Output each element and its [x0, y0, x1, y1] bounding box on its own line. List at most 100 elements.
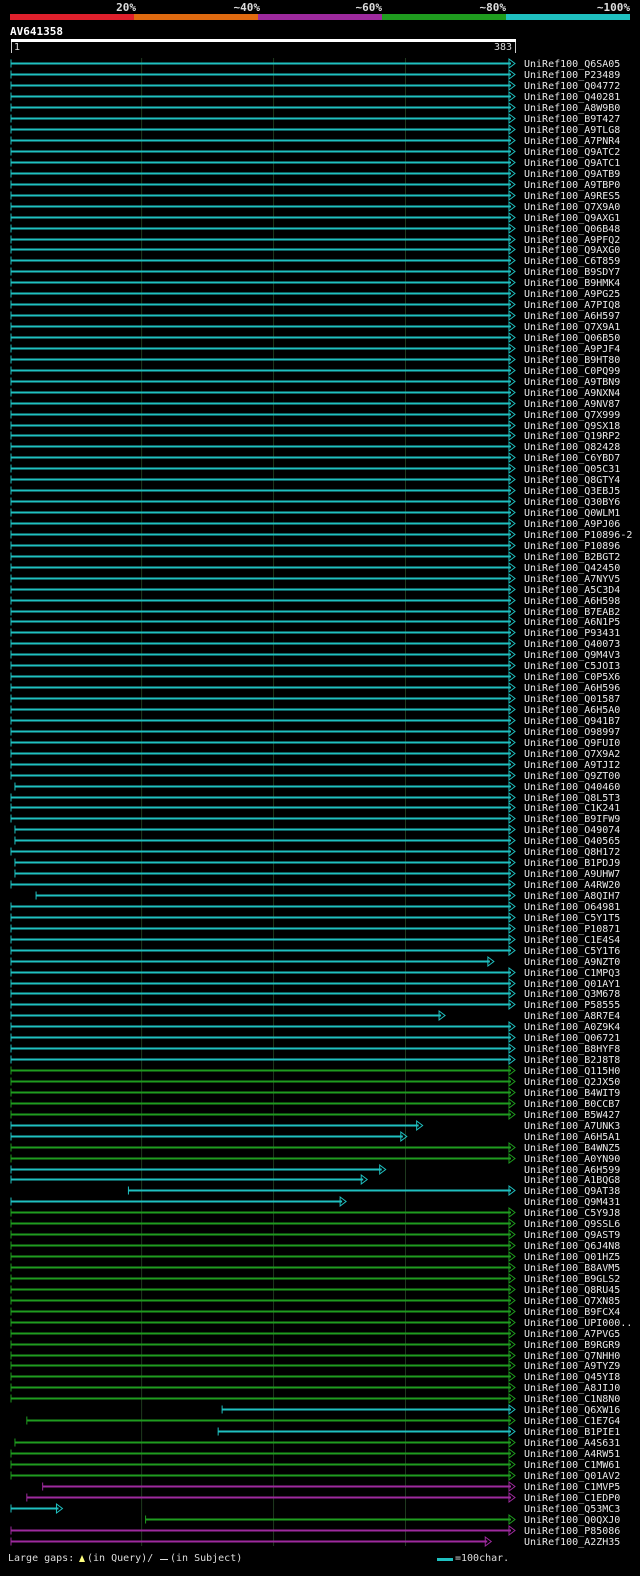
hit-label[interactable]: UniRef100_Q53MC3 [524, 1504, 620, 1515]
hit-row[interactable]: UniRef100_A2ZH35 [10, 1536, 620, 1548]
hit-row[interactable]: UniRef100_Q01587 [10, 693, 620, 705]
hit-row[interactable]: UniRef100_Q941B7 [10, 715, 620, 727]
hit-label[interactable]: UniRef100_A7PVG5 [524, 1329, 620, 1340]
hit-row[interactable]: UniRef100_A9RES5 [10, 190, 620, 202]
hit-label[interactable]: UniRef100_C5JOI3 [524, 661, 620, 672]
hit-row[interactable]: UniRef100_Q9AT38 [127, 1185, 620, 1197]
hit-label[interactable]: UniRef100_Q7X9A2 [524, 749, 620, 760]
hit-label[interactable]: UniRef100_Q01HZ5 [524, 1252, 620, 1263]
hit-row[interactable]: UniRef100_B4WIT9 [10, 1087, 620, 1099]
hit-label[interactable]: UniRef100_Q8RU45 [524, 1285, 620, 1296]
hit-label[interactable]: UniRef100_Q9ZT00 [524, 771, 620, 782]
hit-row[interactable]: UniRef100_A7PIQ8 [10, 299, 620, 311]
hit-row[interactable]: UniRef100_Q0QXJ0 [145, 1514, 621, 1526]
hit-row[interactable]: UniRef100_A8JIJ0 [10, 1382, 620, 1394]
hit-row[interactable]: UniRef100_Q06B48 [10, 223, 620, 235]
hit-row[interactable]: UniRef100_A9UHW7 [14, 868, 620, 880]
hit-label[interactable]: UniRef100_Q9FUI0 [524, 738, 620, 749]
hit-row[interactable]: UniRef100_B1PDJ9 [14, 857, 620, 869]
hit-label[interactable]: UniRef100_B5W427 [524, 1110, 620, 1121]
hit-row[interactable]: UniRef100_B9GLS2 [10, 1273, 620, 1285]
hit-row[interactable]: UniRef100_A9TBP0 [10, 179, 620, 191]
hit-row[interactable]: UniRef100_B9HT80 [10, 354, 620, 366]
hit-row[interactable]: UniRef100_B9T427 [10, 113, 620, 125]
hit-row[interactable]: UniRef100_A6H598 [10, 595, 620, 607]
hit-label[interactable]: UniRef100_Q6SA05 [524, 59, 620, 70]
hit-label[interactable]: UniRef100_Q3EBJ5 [524, 486, 620, 497]
hit-label[interactable]: UniRef100_Q6XW16 [524, 1405, 620, 1416]
hit-label[interactable]: UniRef100_B9HMK4 [524, 278, 620, 289]
hit-label[interactable]: UniRef100_C1MW61 [524, 1460, 620, 1471]
hit-row[interactable]: UniRef100_O64981 [10, 901, 620, 913]
hit-row[interactable]: UniRef100_Q9M4V3 [10, 649, 620, 661]
hit-row[interactable]: UniRef100_B8AVM5 [10, 1262, 620, 1274]
hit-label[interactable]: UniRef100_A6H596 [524, 683, 620, 694]
hit-row[interactable]: UniRef100_B9IFW9 [10, 813, 620, 825]
hit-row[interactable]: UniRef100_Q53MC3 [10, 1503, 620, 1515]
hit-row[interactable]: UniRef100_Q9AXG1 [10, 212, 620, 224]
hit-row[interactable]: UniRef100_Q9ATC1 [10, 157, 620, 169]
hit-label[interactable]: UniRef100_B9HT80 [524, 355, 620, 366]
hit-label[interactable]: UniRef100_C5Y9J8 [524, 1208, 620, 1219]
hit-label[interactable]: UniRef100_Q941B7 [524, 716, 620, 727]
hit-label[interactable]: UniRef100_O64981 [524, 902, 620, 913]
hit-label[interactable]: UniRef100_B4WIT9 [524, 1088, 620, 1099]
hit-row[interactable]: UniRef100_B4WNZ5 [10, 1142, 620, 1154]
hit-label[interactable]: UniRef100_Q9AT38 [524, 1186, 620, 1197]
hit-label[interactable]: UniRef100_Q40565 [524, 836, 620, 847]
hit-row[interactable]: UniRef100_A9NZT0 [10, 956, 620, 968]
hit-row[interactable]: UniRef100_B0CCB7 [10, 1098, 620, 1110]
hit-label[interactable]: UniRef100_Q2JX50 [524, 1077, 620, 1088]
hit-row[interactable]: UniRef100_A9TYZ9 [10, 1360, 620, 1372]
hit-row[interactable]: UniRef100_A9TBN9 [10, 376, 620, 388]
hit-row[interactable]: UniRef100_B9FCX4 [10, 1306, 620, 1318]
hit-row[interactable]: UniRef100_Q40565 [14, 835, 620, 847]
hit-label[interactable]: UniRef100_Q115H0 [524, 1066, 620, 1077]
hit-row[interactable]: UniRef100_P10896-2 [10, 529, 632, 541]
hit-row[interactable]: UniRef100_C0PQ99 [10, 365, 620, 377]
hit-label[interactable]: UniRef100_Q7X9A1 [524, 322, 620, 333]
hit-row[interactable]: UniRef100_C1MVP5 [42, 1481, 621, 1493]
hit-row[interactable]: UniRef100_Q9SSL6 [10, 1218, 620, 1230]
hit-row[interactable]: UniRef100_A9PG25 [10, 288, 620, 300]
hit-row[interactable]: UniRef100_Q6XW16 [221, 1404, 620, 1416]
hit-row[interactable]: UniRef100_B8HYF8 [10, 1043, 620, 1055]
hit-row[interactable]: UniRef100_C1MPQ3 [10, 967, 620, 979]
hit-row[interactable]: UniRef100_A9PJF4 [10, 343, 620, 355]
hit-row[interactable]: UniRef100_P58555 [10, 999, 620, 1011]
hit-row[interactable]: UniRef100_Q9M431 [10, 1196, 620, 1208]
hit-label[interactable]: UniRef100_B1PIE1 [524, 1427, 620, 1438]
hit-row[interactable]: UniRef100_A8QIH7 [35, 890, 620, 902]
hit-label[interactable]: UniRef100_A4RW51 [524, 1449, 620, 1460]
hit-label[interactable]: UniRef100_A8R7E4 [524, 1011, 620, 1022]
hit-row[interactable]: UniRef100_P23489 [10, 69, 620, 81]
hit-row[interactable]: UniRef100_A7PVG5 [10, 1328, 620, 1340]
hit-label[interactable]: UniRef100_B1PDJ9 [524, 858, 620, 869]
hit-row[interactable]: UniRef100_Q9ATB9 [10, 168, 620, 180]
hit-label[interactable]: UniRef100_B2BGT2 [524, 552, 620, 563]
hit-label[interactable]: UniRef100_A9NZT0 [524, 957, 620, 968]
hit-row[interactable]: UniRef100_Q82428 [10, 441, 620, 453]
hit-label[interactable]: UniRef100_P58555 [524, 1000, 620, 1011]
hit-row[interactable]: UniRef100_Q7XN85 [10, 1295, 620, 1307]
hit-row[interactable]: UniRef100_C5Y1T5 [10, 912, 620, 924]
hit-label[interactable]: UniRef100_Q9ATB9 [524, 169, 620, 180]
hit-row[interactable]: UniRef100_C1E4S4 [10, 934, 620, 946]
hit-label[interactable]: UniRef100_A7PIQ8 [524, 300, 620, 311]
hit-label[interactable]: UniRef100_Q7X9A0 [524, 202, 620, 213]
hit-label[interactable]: UniRef100_Q06721 [524, 1033, 620, 1044]
hit-row[interactable]: UniRef100_C1EDP0 [26, 1492, 620, 1504]
hit-label[interactable]: UniRef100_B0CCB7 [524, 1099, 620, 1110]
hit-row[interactable]: UniRef100_A4RW51 [10, 1448, 620, 1460]
hit-label[interactable]: UniRef100_A9TYZ9 [524, 1361, 620, 1372]
hit-label[interactable]: UniRef100_B9IFW9 [524, 814, 620, 825]
hit-label[interactable]: UniRef100_A9PG25 [524, 289, 620, 300]
hit-label[interactable]: UniRef100_Q40073 [524, 639, 620, 650]
hit-row[interactable]: UniRef100_B2BGT2 [10, 551, 620, 563]
hit-label[interactable]: UniRef100_A6N1P5 [524, 617, 620, 628]
hit-row[interactable]: UniRef100_C5JOI3 [10, 660, 620, 672]
hit-row[interactable]: UniRef100_Q06B50 [10, 332, 620, 344]
hit-label[interactable]: UniRef100_Q9AST9 [524, 1230, 620, 1241]
hit-row[interactable]: UniRef100_O98997 [10, 726, 620, 738]
hit-label[interactable]: UniRef100_Q42450 [524, 563, 620, 574]
